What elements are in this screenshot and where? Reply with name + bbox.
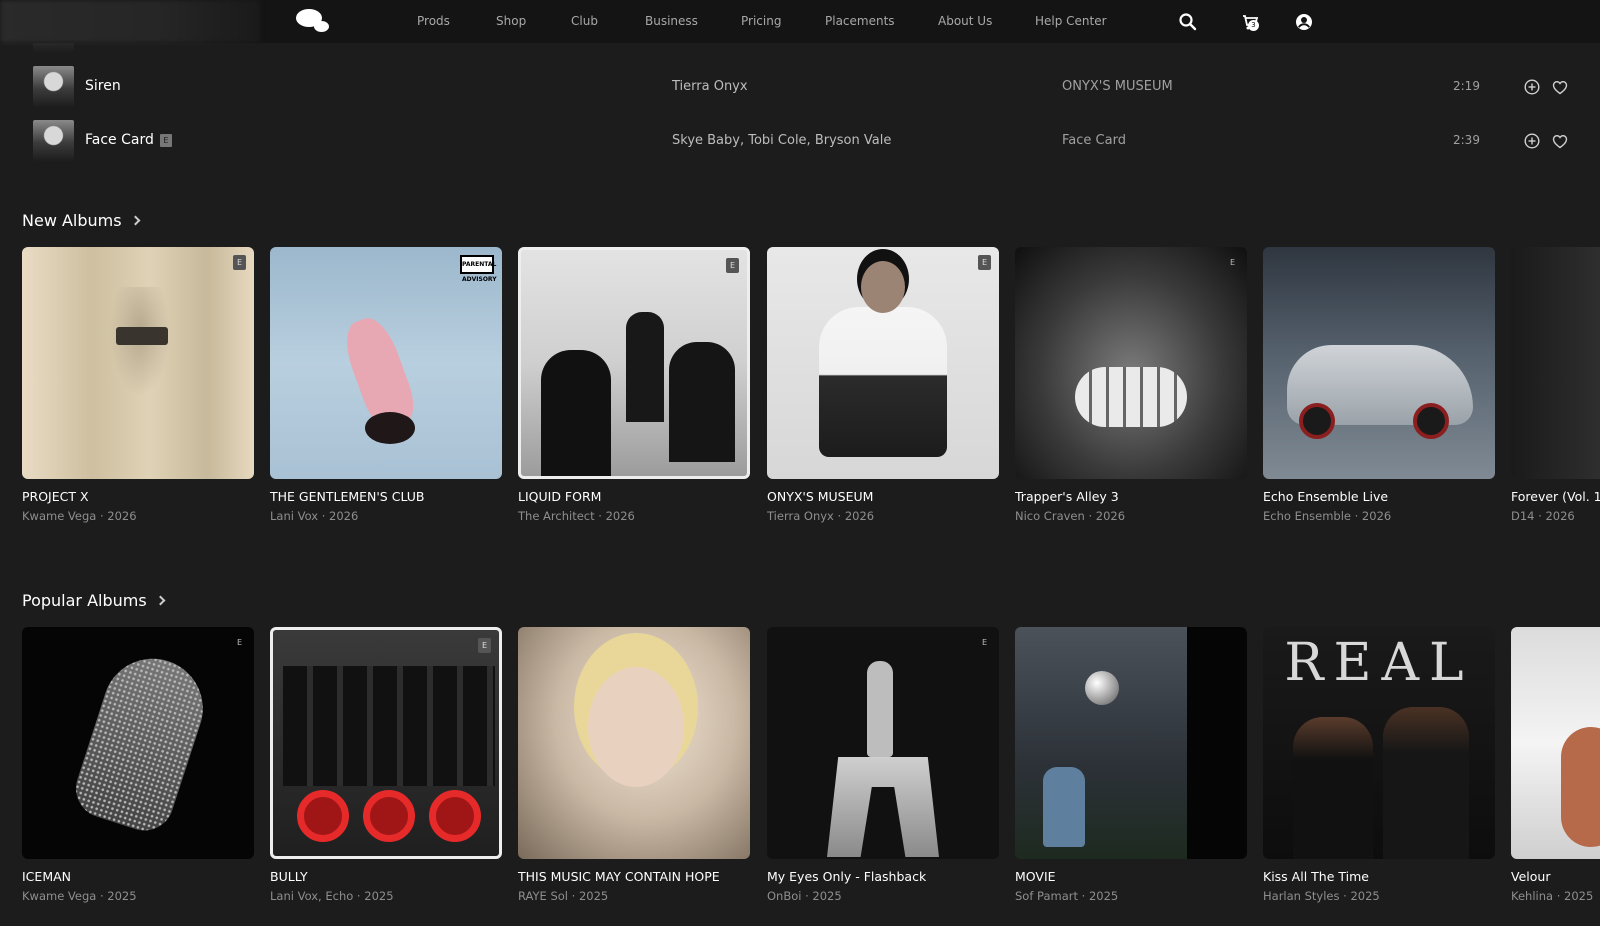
track-duration: 2:39 — [1453, 133, 1480, 147]
explicit-badge: E — [233, 255, 246, 270]
album-subtitle: Kwame Vega · 2026 — [22, 509, 137, 523]
chevron-right-icon — [155, 595, 166, 606]
album-title: BULLY — [270, 869, 308, 884]
cover-wordmark: REAL — [1284, 633, 1474, 693]
new-albums-heading[interactable]: New Albums — [22, 211, 141, 230]
album-cover: REAL — [1263, 627, 1495, 859]
nav-link-business[interactable]: Business — [645, 14, 698, 28]
album-subtitle: D14 · 2026 — [1511, 509, 1575, 523]
album-subtitle: Lani Vox · 2026 — [270, 509, 359, 523]
nav-link-prods[interactable]: Prods — [417, 14, 450, 28]
album-cover — [518, 627, 750, 859]
album-title: THE GENTLEMEN'S CLUB — [270, 489, 425, 504]
nav-left-blur — [0, 0, 260, 43]
album-subtitle: Kwame Vega · 2025 — [22, 889, 137, 903]
album-title: ICEMAN — [22, 869, 71, 884]
heart-icon[interactable] — [1552, 80, 1568, 95]
nav-link-placements[interactable]: Placements — [825, 14, 895, 28]
add-to-playlist-icon[interactable] — [1524, 79, 1540, 95]
album-title: ONYX'S MUSEUM — [767, 489, 874, 504]
album-subtitle: The Architect · 2026 — [518, 509, 635, 523]
album-subtitle: Nico Craven · 2026 — [1015, 509, 1126, 523]
album-cover: E — [767, 247, 999, 479]
explicit-badge: E — [978, 255, 991, 270]
album-title: PROJECT X — [22, 489, 89, 504]
album-card[interactable]: Velour Kehlina · 2025 — [1511, 627, 1600, 917]
album-title: THIS MUSIC MAY CONTAIN HOPE — [518, 869, 720, 884]
track-thumbnail — [33, 120, 74, 161]
album-subtitle: RAYE Sol · 2025 — [518, 889, 609, 903]
album-cover: E — [22, 627, 254, 859]
track-album[interactable]: ONYX'S MUSEUM — [1062, 79, 1173, 94]
album-cover: E — [1015, 247, 1247, 479]
account-icon[interactable] — [1294, 12, 1314, 32]
parental-advisory-badge: PARENTAL ADVISORY — [460, 255, 497, 283]
chevron-right-icon — [130, 215, 141, 226]
album-card[interactable]: Forever (Vol. 1 D14 · 2026 — [1511, 247, 1600, 527]
explicit-badge: E — [981, 638, 988, 647]
heart-icon[interactable] — [1552, 134, 1568, 149]
album-subtitle: Harlan Styles · 2025 — [1263, 889, 1380, 903]
album-title: My Eyes Only - Flashback — [767, 869, 927, 884]
album-title: Forever (Vol. 1 — [1511, 489, 1600, 504]
album-title: MOVIE — [1015, 869, 1056, 884]
album-subtitle: Sof Pamart · 2025 — [1015, 889, 1119, 903]
album-subtitle: Echo Ensemble · 2026 — [1263, 509, 1392, 523]
album-cover: E — [270, 627, 502, 859]
album-subtitle: OnBoi · 2025 — [767, 889, 842, 903]
explicit-badge: E — [1229, 258, 1236, 267]
album-cover: E — [518, 247, 750, 479]
album-cover — [1263, 247, 1495, 479]
album-title: Kiss All The Time — [1263, 869, 1369, 884]
album-cover — [1015, 627, 1247, 859]
nav-link-shop[interactable]: Shop — [496, 14, 526, 28]
track-row[interactable]: Face Card E Skye Baby, Tobi Cole, Bryson … — [0, 114, 1600, 168]
nav-link-about-us[interactable]: About Us — [938, 14, 992, 28]
album-subtitle: Tierra Onyx · 2026 — [767, 509, 875, 523]
album-cover — [1511, 247, 1600, 479]
explicit-badge: E — [159, 134, 172, 147]
track-title[interactable]: Face Card E — [85, 132, 172, 148]
album-subtitle: Lani Vox, Echo · 2025 — [270, 889, 394, 903]
explicit-badge: E — [726, 258, 739, 273]
album-subtitle: Kehlina · 2025 — [1511, 889, 1594, 903]
track-artist[interactable]: Tierra Onyx — [672, 79, 748, 94]
album-cover: E — [22, 247, 254, 479]
album-title: Trapper's Alley 3 — [1015, 489, 1119, 504]
cart-count-badge: 3 — [1248, 20, 1259, 31]
album-cover: E — [767, 627, 999, 859]
explicit-badge: E — [236, 638, 243, 647]
track-artist[interactable]: Skye Baby, Tobi Cole, Bryson Vale — [672, 133, 891, 148]
track-duration: 2:19 — [1453, 79, 1480, 93]
search-icon[interactable] — [1178, 12, 1198, 32]
nav-link-pricing[interactable]: Pricing — [741, 14, 781, 28]
logo-icon[interactable] — [296, 9, 332, 35]
album-cover: PARENTAL ADVISORY — [270, 247, 502, 479]
nav-link-club[interactable]: Club — [571, 14, 598, 28]
top-nav: Prods Shop Club Business Pricing Placeme… — [0, 0, 1600, 43]
album-title: LIQUID FORM — [518, 489, 602, 504]
popular-albums-heading[interactable]: Popular Albums — [22, 591, 166, 610]
track-thumbnail — [33, 66, 74, 107]
track-title[interactable]: Siren — [85, 78, 121, 94]
album-title: Velour — [1511, 869, 1551, 884]
track-album[interactable]: Face Card — [1062, 133, 1126, 148]
album-cover — [1511, 627, 1600, 859]
track-row[interactable]: Siren Tierra Onyx ONYX'S MUSEUM 2:19 — [0, 60, 1600, 114]
nav-link-help-center[interactable]: Help Center — [1035, 14, 1107, 28]
explicit-badge: E — [478, 638, 491, 653]
cart-icon[interactable]: 3 — [1240, 12, 1260, 32]
add-to-playlist-icon[interactable] — [1524, 133, 1540, 149]
album-title: Echo Ensemble Live — [1263, 489, 1389, 504]
